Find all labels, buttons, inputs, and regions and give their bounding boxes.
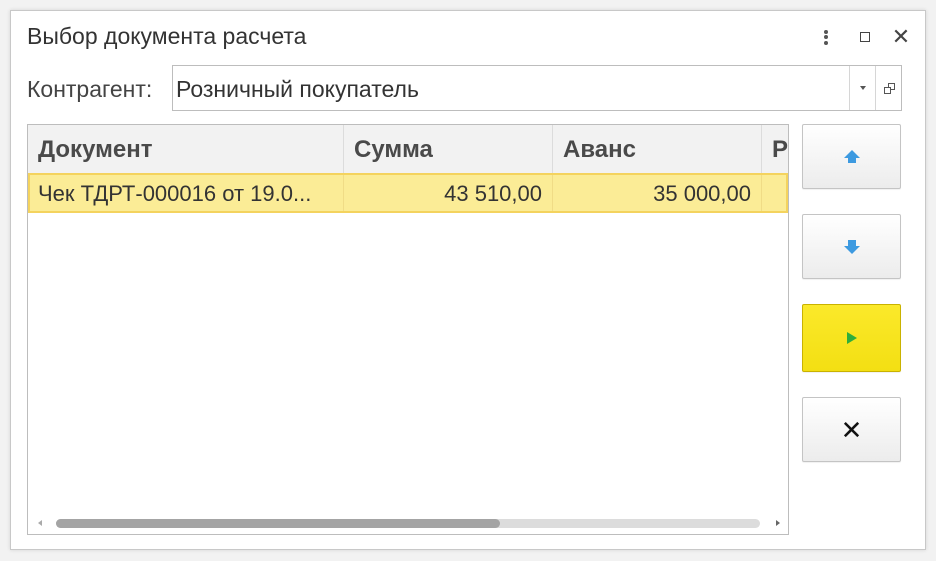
column-header-r[interactable]: Р	[762, 125, 788, 173]
arrow-up-icon	[843, 149, 860, 164]
scroll-right-icon[interactable]	[776, 520, 780, 526]
close-icon: ✕	[891, 24, 911, 49]
cell-document[interactable]: Чек ТДРТ-000016 от 19.0...	[30, 175, 344, 211]
cancel-button[interactable]: ✕	[802, 397, 901, 462]
caret-down-icon	[859, 86, 866, 90]
move-up-button[interactable]	[802, 124, 901, 189]
close-window-button[interactable]: ✕	[889, 25, 913, 49]
more-actions-button[interactable]	[814, 25, 838, 49]
select-button[interactable]	[802, 304, 901, 372]
play-icon	[846, 332, 857, 344]
dialog-title: Выбор документа расчета	[27, 23, 307, 49]
counterparty-dropdown-button[interactable]	[849, 66, 875, 110]
table-row[interactable]: Чек ТДРТ-000016 от 19.0... 43 510,00 35 …	[28, 173, 788, 213]
scroll-left-icon[interactable]	[38, 520, 42, 526]
kebab-vertical-icon	[824, 28, 828, 46]
documents-table: Документ Сумма Аванс Р Чек ТДРТ-000016 о…	[27, 124, 789, 535]
close-icon: ✕	[840, 414, 863, 445]
open-form-icon	[883, 82, 895, 94]
arrow-down-icon	[843, 239, 860, 254]
counterparty-open-button[interactable]	[875, 66, 902, 110]
cell-advance[interactable]: 35 000,00	[553, 175, 762, 211]
table-header: Документ Сумма Аванс Р	[28, 125, 788, 174]
cell-sum[interactable]: 43 510,00	[344, 175, 553, 211]
column-header-advance[interactable]: Аванс	[553, 125, 762, 173]
scroll-track[interactable]	[56, 519, 760, 528]
horizontal-scrollbar[interactable]	[36, 519, 780, 529]
counterparty-value[interactable]: Розничный покупатель	[176, 76, 419, 103]
move-down-button[interactable]	[802, 214, 901, 279]
select-document-dialog: Выбор документа расчета ✕ Контрагент: Ро…	[10, 10, 926, 550]
maximize-icon	[860, 32, 870, 42]
column-header-sum[interactable]: Сумма	[344, 125, 553, 173]
scroll-thumb[interactable]	[56, 519, 500, 528]
maximize-button[interactable]	[853, 25, 877, 49]
counterparty-field[interactable]: Розничный покупатель	[172, 65, 902, 111]
counterparty-label: Контрагент:	[27, 76, 153, 102]
column-header-document[interactable]: Документ	[28, 125, 344, 173]
cell-r[interactable]	[762, 175, 788, 211]
